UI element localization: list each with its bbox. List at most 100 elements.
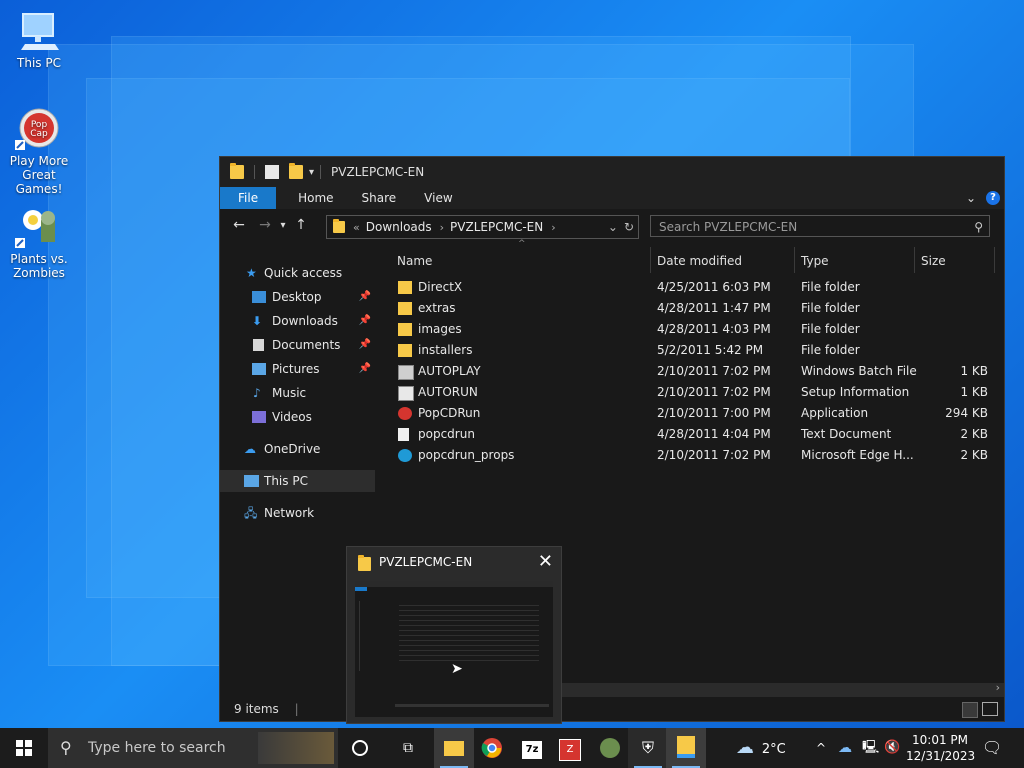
picture-icon <box>252 363 266 375</box>
video-icon <box>252 411 266 423</box>
show-hidden-icons-button[interactable]: ^ <box>816 728 826 768</box>
onedrive-tray-icon[interactable]: ☁ <box>838 728 852 768</box>
tab-file[interactable]: File <box>220 187 277 209</box>
help-icon[interactable]: ? <box>986 191 1000 205</box>
column-divider[interactable] <box>794 247 795 273</box>
search-box[interactable]: Search PVZLEPCMC-EN ⚲ <box>650 215 990 237</box>
column-header-type[interactable]: Type <box>801 249 829 273</box>
nav-network[interactable]: 🖧 Network <box>220 502 375 524</box>
taskbar-plants-vs-zombies[interactable] <box>590 728 630 768</box>
notification-center-button[interactable]: 🗨 <box>982 728 1002 768</box>
file-size: 1 KB <box>960 364 988 378</box>
column-header-name[interactable]: Name <box>397 249 432 273</box>
taskbar-chrome[interactable] <box>472 728 512 768</box>
nav-music[interactable]: ♪ Music <box>220 382 375 404</box>
file-row[interactable]: AUTORUN 2/10/2011 7:02 PM Setup Informatio… <box>378 382 1004 403</box>
cortana-button[interactable] <box>340 728 380 768</box>
pin-icon[interactable]: 📌 <box>359 358 371 380</box>
pin-icon[interactable]: 📌 <box>359 334 371 356</box>
file-type: File folder <box>801 280 860 294</box>
search-icon[interactable]: ⚲ <box>974 216 983 238</box>
file-row[interactable]: installers 5/2/2011 5:42 PM File folder <box>378 340 1004 361</box>
volume-muted-icon[interactable]: 🔇 <box>884 728 900 768</box>
close-icon[interactable]: ✕ <box>538 551 553 572</box>
nav-downloads[interactable]: ⬇ Downloads 📌 <box>220 310 375 332</box>
breadcrumb-overflow-icon[interactable]: « <box>353 221 360 234</box>
column-divider[interactable] <box>994 247 995 273</box>
details-view-icon[interactable] <box>962 702 978 718</box>
folder-icon <box>230 163 244 179</box>
desktop-icon-this-pc[interactable]: This PC <box>3 10 75 70</box>
start-button[interactable] <box>4 728 44 768</box>
tab-view[interactable]: View <box>410 187 466 209</box>
taskbar-search-box[interactable]: ⚲ Type here to search <box>48 728 338 768</box>
mouse-cursor-icon: ➤ <box>451 661 463 677</box>
expand-ribbon-icon[interactable]: ⌄ <box>966 191 976 205</box>
file-type: Microsoft Edge H... <box>801 448 914 462</box>
nav-this-pc[interactable]: This PC <box>220 470 375 492</box>
weather-widget[interactable]: ☁ 2°C <box>736 728 786 768</box>
nav-documents[interactable]: Documents 📌 <box>220 334 375 356</box>
document-icon <box>253 339 264 351</box>
task-view-button[interactable]: ⧉ <box>388 728 428 768</box>
chevron-right-icon[interactable]: › <box>440 221 444 234</box>
nav-quick-access[interactable]: ★ Quick access <box>220 262 375 284</box>
up-arrow-icon[interactable]: ↑ <box>290 217 312 233</box>
file-explorer-icon <box>677 736 695 758</box>
nav-pictures[interactable]: Pictures 📌 <box>220 358 375 380</box>
cloud-icon: ☁ <box>736 737 754 758</box>
new-folder-icon[interactable] <box>289 163 303 179</box>
network-icon: 🖧 <box>244 506 258 520</box>
search-highlight-image <box>258 732 334 764</box>
refresh-icon[interactable]: ↻ <box>624 220 634 234</box>
file-row[interactable]: PopCDRun 2/10/2011 7:00 PM Application 294 … <box>378 403 1004 424</box>
folder-icon <box>333 219 345 233</box>
nav-desktop[interactable]: Desktop 📌 <box>220 286 375 308</box>
file-row[interactable]: popcdrun 4/28/2011 4:04 PM Text Document 2 … <box>378 424 1004 445</box>
nav-onedrive[interactable]: ☁ OneDrive <box>220 438 375 460</box>
column-divider[interactable] <box>914 247 915 273</box>
forward-arrow-icon[interactable]: → <box>254 217 276 233</box>
properties-icon[interactable] <box>265 165 279 179</box>
recent-locations-icon[interactable]: ▾ <box>276 220 290 231</box>
taskbar-thumbnail-preview[interactable]: PVZLEPCMC-EN ✕ ➤ <box>346 546 562 724</box>
clock[interactable]: 10:01 PM 12/31/2023 <box>906 728 975 768</box>
file-row[interactable]: DirectX 4/25/2011 6:03 PM File folder <box>378 277 1004 298</box>
breadcrumb-downloads[interactable]: Downloads <box>366 220 432 234</box>
file-row[interactable]: popcdrun_props 2/10/2011 7:02 PM Microsoft… <box>378 445 1004 466</box>
file-type: Text Document <box>801 427 892 441</box>
network-tray-icon[interactable]: 🖳 <box>862 728 879 768</box>
tab-home[interactable]: Home <box>276 187 347 209</box>
taskbar-file-explorer[interactable] <box>434 728 474 768</box>
address-bar[interactable]: « Downloads › PVZLEPCMC-EN › ⌄ ↻ <box>326 215 639 239</box>
file-row[interactable]: AUTOPLAY 2/10/2011 7:02 PM Windows Batch F… <box>378 361 1004 382</box>
desktop-icon-popcap[interactable]: Pop Cap Play More Great Games! <box>3 108 75 196</box>
nav-videos[interactable]: Videos <box>220 406 375 428</box>
breadcrumb-current[interactable]: PVZLEPCMC-EN <box>450 220 543 234</box>
pin-icon[interactable]: 📌 <box>359 310 371 332</box>
tab-share[interactable]: Share <box>348 187 411 209</box>
horizontal-scrollbar[interactable]: › <box>560 681 1004 697</box>
column-divider[interactable] <box>650 247 651 273</box>
chevron-right-icon[interactable]: › <box>551 221 555 234</box>
scroll-right-icon[interactable]: › <box>996 681 1000 694</box>
column-header-size[interactable]: Size <box>921 249 946 273</box>
taskbar-security[interactable]: ⛨ <box>628 728 668 768</box>
file-type: File folder <box>801 322 860 336</box>
file-row[interactable]: images 4/28/2011 4:03 PM File folder <box>378 319 1004 340</box>
customize-quick-access-icon[interactable]: ▾ <box>309 167 314 178</box>
large-icons-view-icon[interactable] <box>982 702 998 716</box>
desktop-icon-plants-vs-zombies[interactable]: Plants vs. Zombies <box>3 206 75 280</box>
pin-icon[interactable]: 📌 <box>359 286 371 308</box>
taskbar-explorer-active[interactable] <box>666 728 706 768</box>
back-arrow-icon[interactable]: ← <box>228 217 250 233</box>
taskbar-7zip[interactable]: 7z <box>512 728 552 768</box>
item-count: 9 items <box>234 702 279 716</box>
file-name: popcdrun_props <box>418 448 515 462</box>
file-size: 2 KB <box>960 448 988 462</box>
sort-indicator-icon: ^ <box>518 239 526 249</box>
file-row[interactable]: extras 4/28/2011 1:47 PM File folder <box>378 298 1004 319</box>
taskbar-popcdrun[interactable]: Z <box>550 728 590 768</box>
column-header-date[interactable]: Date modified <box>657 249 742 273</box>
address-dropdown-icon[interactable]: ⌄ <box>608 220 618 234</box>
